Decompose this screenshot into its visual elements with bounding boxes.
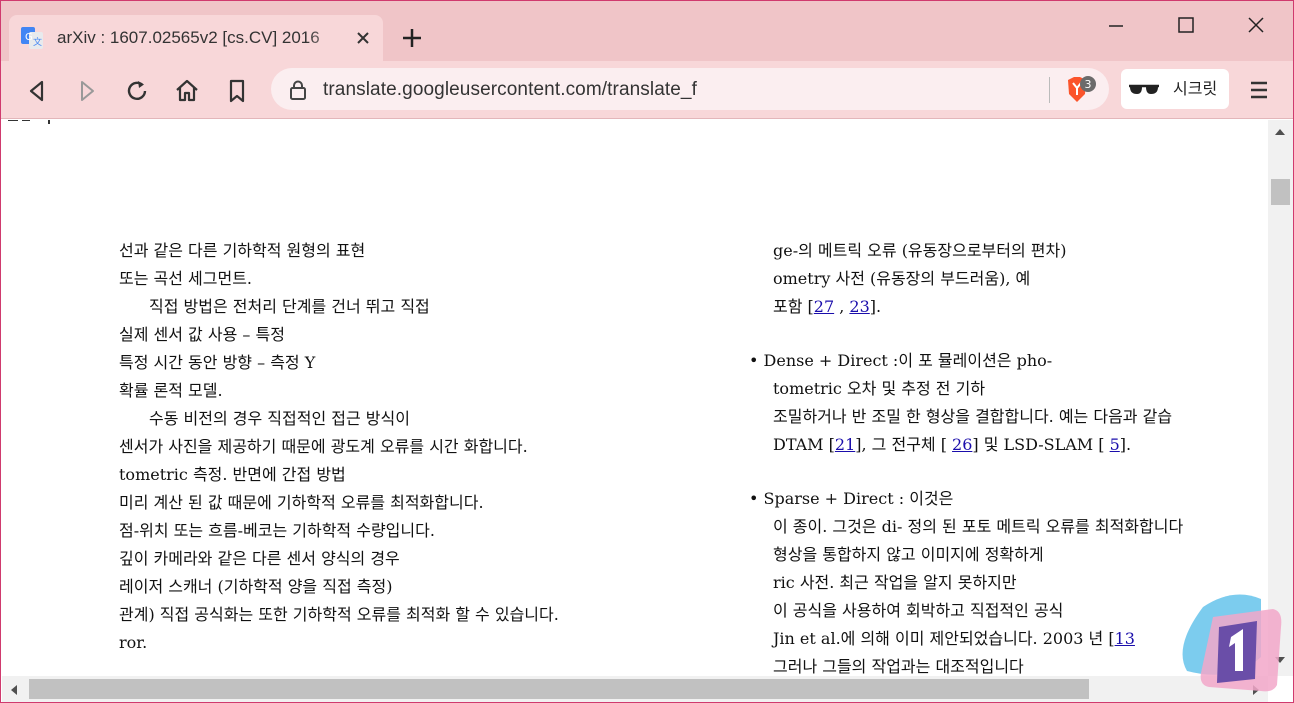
citation-link-21[interactable]: 21 (835, 435, 855, 454)
lock-icon (290, 80, 306, 100)
tab-title-fade (307, 23, 347, 53)
text-span: ], 그 전구체 [ (855, 435, 953, 454)
tab-title: arXiv : 1607.02565v2 [cs.CV] 2016 (57, 28, 320, 47)
maximize-icon[interactable] (1171, 11, 1201, 41)
tab-arxiv[interactable]: G 文 arXiv : 1607.02565v2 [cs.CV] 2016 (9, 15, 383, 61)
text-line: tometric 측정. 반면에 간접 방법 (119, 465, 346, 484)
citation-link-5[interactable]: 5 (1110, 435, 1120, 454)
text-span: ]. (869, 297, 882, 316)
window-close-icon[interactable] (1241, 11, 1271, 41)
text-line: 조밀하거나 반 조밀 한 형상을 결합합니다. 예는 다음과 같습 (773, 407, 1173, 426)
text-line: 미리 계산 된 값 때문에 기하학적 오류를 최적화합니다. (119, 493, 484, 512)
text-line: ometry 사전 (유동장의 부드러움), 예 (773, 269, 1031, 288)
home-icon[interactable] (173, 77, 201, 105)
text-span: Jin et al.에 의해 이미 제안되었습니다. 2003 년 [ (773, 629, 1115, 648)
address-bar[interactable]: translate.googleusercontent.com/translat… (271, 68, 1109, 110)
shield-count-badge: 3 (1085, 78, 1092, 91)
url-text: translate.googleusercontent.com/translat… (323, 79, 697, 100)
bullet-sparse-direct: • Sparse + Direct : 이것은 (749, 489, 954, 508)
minimize-icon[interactable] (1101, 11, 1131, 41)
text-span: DTAM [ (773, 435, 835, 454)
horizontal-scroll-thumb[interactable] (29, 679, 1089, 699)
text-line: 확률 론적 모델. (119, 381, 223, 400)
citation-link-27[interactable]: 27 (814, 297, 834, 316)
text-line: 깊이 카메라와 같은 다른 센서 양식의 경우 (119, 549, 400, 568)
corner-logo-icon (1182, 594, 1282, 692)
text-line: Jin et al.에 의해 이미 제안되었습니다. 2003 년 [13 (773, 628, 1135, 650)
scroll-up-arrow-icon[interactable] (1273, 127, 1287, 137)
incognito-badge[interactable]: 시크릿 (1121, 69, 1229, 109)
text-span: 포함 [ (773, 297, 814, 316)
bullet-dense-direct: • Dense + Direct :이 포 뮬레이션은 pho- (749, 351, 1053, 370)
scroll-left-arrow-icon[interactable] (9, 683, 19, 697)
text-line: 특정 시간 동안 방향 – 측정 Y (119, 353, 316, 372)
bookmark-icon[interactable] (223, 77, 251, 105)
text-line: 실제 센서 값 사용 – 특정 (119, 325, 285, 344)
brave-shield-icon[interactable]: 3 (1063, 74, 1097, 106)
reload-icon[interactable] (123, 77, 151, 105)
browser-window: G 文 arXiv : 1607.02565v2 [cs.CV] 2016 tr… (0, 0, 1294, 703)
text-span: ] 및 LSD-SLAM [ (972, 435, 1110, 454)
text-span: , (834, 297, 850, 316)
text-line: ge-의 메트릭 오류 (유동장으로부터의 편차) (773, 241, 1067, 260)
text-line: 점-위치 또는 흐름-베코는 기하학적 수량입니다. (119, 521, 435, 540)
forward-arrow-icon[interactable] (73, 77, 101, 105)
vertical-scroll-thumb[interactable] (1271, 179, 1290, 205)
tab-strip: G 文 arXiv : 1607.02565v2 [cs.CV] 2016 (1, 1, 1293, 61)
google-translate-icon: G 文 (21, 27, 43, 49)
citation-link-23[interactable]: 23 (849, 297, 869, 316)
page-content: 선과 같은 다른 기하학적 원형의 표현 또는 곡선 세그먼트. 직접 방법은 … (2, 120, 1268, 676)
text-line: 센서가 사진을 제공하기 때문에 광도계 오류를 시간 화합니다. (119, 437, 528, 456)
browser-toolbar: translate.googleusercontent.com/translat… (1, 61, 1293, 119)
text-line: 선과 같은 다른 기하학적 원형의 표현 (119, 241, 366, 260)
text-line: 형상을 통합하지 않고 이미지에 정확하게 (773, 545, 1044, 564)
incognito-glasses-icon (1129, 84, 1159, 94)
text-line: 이 공식을 사용하여 회박하고 직접적인 공식 (773, 601, 1064, 620)
citation-link-26[interactable]: 26 (952, 435, 972, 454)
text-line: ric 사전. 최근 작업을 알지 못하지만 (773, 573, 1017, 592)
svg-text:G: G (25, 32, 33, 43)
back-arrow-icon[interactable] (23, 77, 51, 105)
text-line: 레이저 스캐너 (기하학적 양을 직접 측정) (119, 577, 393, 596)
text-line: 이 종이. 그것은 di- 정의 된 포토 메트릭 오류를 최적화합니다 (773, 517, 1184, 536)
text-line: DTAM [21], 그 전구체 [ 26] 및 LSD-SLAM [ 5]. (773, 434, 1131, 456)
text-line: 직접 방법은 전처리 단계를 건너 뛰고 직접 (149, 297, 430, 316)
text-line: 그러나 그들의 작업과는 대조적입니다 (773, 657, 1024, 676)
omnibox-divider (1049, 77, 1050, 103)
clipped-text-fragment (8, 120, 50, 124)
new-tab-plus-icon[interactable] (399, 25, 425, 51)
text-line: 관계) 직접 공식화는 또한 기하학적 오류를 최적화 할 수 있습니다. (119, 605, 559, 624)
citation-link-13[interactable]: 13 (1115, 629, 1135, 648)
text-line: 포함 [27 , 23]. (773, 296, 881, 318)
incognito-label: 시크릿 (1173, 79, 1218, 98)
text-line: ror. (119, 633, 148, 652)
text-line: 수동 비전의 경우 직접적인 접근 방식이 (149, 409, 410, 428)
text-span: ]. (1119, 435, 1132, 454)
close-icon[interactable] (353, 28, 373, 48)
text-line: tometric 오차 및 추정 전 기하 (773, 379, 986, 398)
svg-text:文: 文 (33, 36, 42, 48)
hamburger-menu-icon[interactable] (1247, 78, 1271, 102)
text-line: 또는 곡선 세그먼트. (119, 269, 253, 288)
